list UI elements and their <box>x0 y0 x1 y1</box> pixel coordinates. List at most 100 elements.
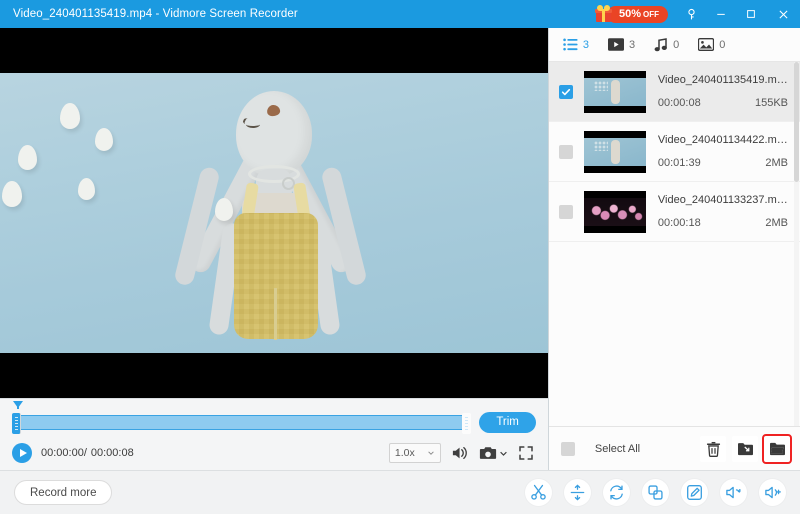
app-window: Video_240401135419.mp4 - Vidmore Screen … <box>0 0 800 514</box>
maximize-button[interactable] <box>736 0 766 28</box>
file-duration: 00:00:08 <box>658 97 701 109</box>
volume-icon[interactable] <box>451 445 469 461</box>
folder-export-icon <box>737 441 754 456</box>
compress-tool-button[interactable] <box>564 479 591 506</box>
delete-button[interactable] <box>700 436 726 462</box>
scissors-icon <box>530 484 547 501</box>
merge-tool-button[interactable] <box>642 479 669 506</box>
player-pane: Trim 00:00:00/ 00:00:08 1.0x <box>0 28 549 470</box>
trim-handle-left[interactable] <box>12 413 21 434</box>
speed-select[interactable]: 1.0x <box>389 443 441 463</box>
file-checkbox[interactable] <box>559 85 573 99</box>
timeline-row: Trim <box>12 409 536 435</box>
list-item[interactable]: Video_240401133237.mp4 00:00:18 2MB <box>549 182 800 242</box>
export-folder-button[interactable] <box>732 436 758 462</box>
play-button[interactable] <box>12 443 32 463</box>
tab-count: 0 <box>719 39 725 51</box>
convert-icon <box>608 484 625 501</box>
promo-pill[interactable]: 50% OFF <box>607 6 668 23</box>
merge-icon <box>647 484 664 501</box>
tab-count: 0 <box>673 39 679 51</box>
file-checkbox[interactable] <box>559 205 573 219</box>
video-frame <box>0 73 548 353</box>
file-checkbox[interactable] <box>559 145 573 159</box>
chevron-down-icon <box>427 449 435 457</box>
file-panel-footer: Select All <box>549 426 800 470</box>
file-name: Video_240401134422.mp4 <box>658 134 788 146</box>
tool-buttons <box>525 479 786 506</box>
edit-tool-button[interactable] <box>681 479 708 506</box>
music-icon <box>654 38 668 52</box>
file-meta: Video_240401133237.mp4 00:00:18 2MB <box>658 194 788 229</box>
image-icon <box>698 38 714 51</box>
player-right-controls: 1.0x <box>389 443 534 463</box>
playhead-marker[interactable] <box>13 401 23 408</box>
volume-plus-icon <box>764 484 781 501</box>
edit-icon <box>686 484 703 501</box>
record-more-button[interactable]: Record more <box>14 480 112 505</box>
list-item[interactable]: Video_240401135419.mp4 00:00:08 155KB <box>549 62 800 122</box>
file-size: 2MB <box>765 157 788 169</box>
bunny-doll-image <box>124 73 424 353</box>
select-all-control[interactable]: Select All <box>561 442 640 456</box>
file-meta: Video_240401134422.mp4 00:01:39 2MB <box>658 134 788 169</box>
audio-convert-icon <box>725 484 742 501</box>
tab-images[interactable]: 0 <box>693 28 739 62</box>
check-icon <box>561 87 571 97</box>
window-title: Video_240401135419.mp4 - Vidmore Screen … <box>13 8 298 20</box>
file-panel-actions <box>700 436 790 462</box>
key-icon[interactable] <box>676 0 706 28</box>
timeline-track[interactable] <box>12 415 471 430</box>
file-duration: 00:01:39 <box>658 157 701 169</box>
file-thumbnail <box>584 191 646 233</box>
list-item[interactable]: Video_240401134422.mp4 00:01:39 2MB <box>549 122 800 182</box>
panel-tabs: 3 3 0 <box>549 28 800 62</box>
file-panel: 3 3 0 <box>549 28 800 470</box>
minimize-button[interactable] <box>706 0 736 28</box>
title-bar-controls: 50% OFF <box>594 0 800 28</box>
file-list-scrollbar[interactable] <box>794 62 799 426</box>
tab-all-files[interactable]: 3 <box>558 28 603 62</box>
main-body: Trim 00:00:00/ 00:00:08 1.0x <box>0 28 800 470</box>
compress-icon <box>569 484 586 501</box>
file-duration: 00:00:18 <box>658 217 701 229</box>
file-meta: Video_240401135419.mp4 00:00:08 155KB <box>658 74 788 109</box>
video-icon <box>608 38 624 51</box>
tab-videos[interactable]: 3 <box>603 28 649 62</box>
file-name: Video_240401135419.mp4 <box>658 74 788 86</box>
volume-boost-tool-button[interactable] <box>759 479 786 506</box>
tab-count: 3 <box>629 39 635 51</box>
trim-handle-right[interactable] <box>462 413 471 434</box>
audio-convert-tool-button[interactable] <box>720 479 747 506</box>
list-icon <box>563 38 578 51</box>
file-thumbnail <box>584 131 646 173</box>
close-button[interactable] <box>766 0 800 28</box>
trash-icon <box>706 441 721 457</box>
file-size: 155KB <box>755 97 788 109</box>
bottom-toolbar: Record more <box>0 470 800 514</box>
current-time: 00:00:00/ <box>41 447 87 459</box>
folder-icon <box>769 441 786 456</box>
trim-tool-button[interactable] <box>525 479 552 506</box>
promo-banner[interactable]: 50% OFF <box>594 5 668 23</box>
file-thumbnail <box>584 71 646 113</box>
open-folder-button[interactable] <box>764 436 790 462</box>
file-list: Video_240401135419.mp4 00:00:08 155KB Vi… <box>549 62 800 426</box>
file-name: Video_240401133237.mp4 <box>658 194 788 206</box>
video-preview[interactable] <box>0 28 548 398</box>
convert-tool-button[interactable] <box>603 479 630 506</box>
promo-percent: 50% <box>619 8 641 21</box>
gift-icon <box>594 5 614 23</box>
select-all-checkbox[interactable] <box>561 442 575 456</box>
scrollbar-thumb[interactable] <box>794 62 799 182</box>
snapshot-icon[interactable] <box>479 446 508 461</box>
trim-button[interactable]: Trim <box>479 412 536 433</box>
tab-audios[interactable]: 0 <box>649 28 693 62</box>
title-bar: Video_240401135419.mp4 - Vidmore Screen … <box>0 0 800 28</box>
select-all-label: Select All <box>595 443 640 455</box>
file-size: 2MB <box>765 217 788 229</box>
fullscreen-icon[interactable] <box>518 445 534 461</box>
timeline-area: Trim 00:00:00/ 00:00:08 1.0x <box>0 398 548 471</box>
speed-value: 1.0x <box>395 447 415 459</box>
promo-off-label: OFF <box>643 8 659 21</box>
